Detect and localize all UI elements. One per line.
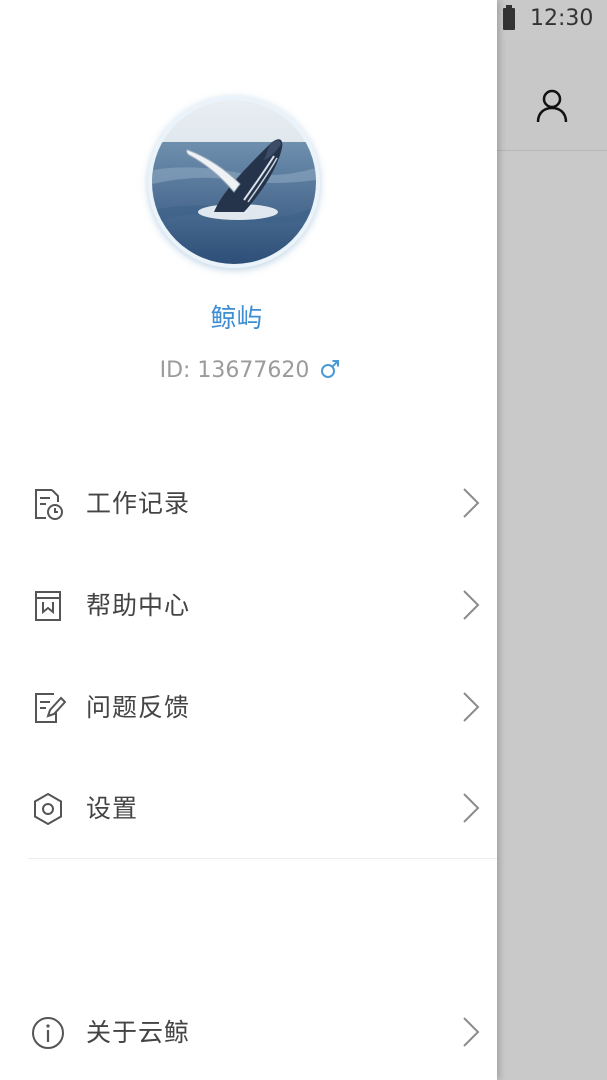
chevron-right-icon bbox=[463, 793, 480, 823]
menu-item-label: 工作记录 bbox=[86, 489, 191, 518]
menu-item-label: 问题反馈 bbox=[86, 693, 191, 722]
menu-item-about[interactable]: 关于云鲸 bbox=[0, 991, 497, 1071]
settings-hexagon-icon bbox=[34, 792, 62, 826]
avatar[interactable] bbox=[148, 96, 320, 268]
menu-item-label: 帮助中心 bbox=[86, 591, 191, 620]
chevron-right-icon bbox=[463, 692, 480, 722]
feedback-edit-icon bbox=[35, 693, 66, 723]
menu-item-help-center[interactable]: 帮助中心 bbox=[0, 564, 497, 644]
male-symbol-icon bbox=[321, 360, 340, 378]
menu-item-feedback[interactable]: 问题反馈 bbox=[0, 666, 497, 746]
user-name: 鲸屿 bbox=[210, 304, 263, 334]
chevron-right-icon bbox=[463, 1017, 480, 1047]
status-time: 12:30 bbox=[530, 6, 594, 31]
menu-item-settings[interactable]: 设置 bbox=[0, 767, 497, 847]
chevron-right-icon bbox=[463, 590, 480, 620]
info-icon bbox=[32, 1017, 64, 1049]
battery-full-icon bbox=[503, 5, 515, 30]
menu-item-label: 关于云鲸 bbox=[86, 1018, 191, 1047]
help-book-icon bbox=[35, 591, 61, 621]
chevron-right-icon bbox=[463, 488, 480, 518]
person-icon[interactable] bbox=[535, 88, 569, 124]
menu-item-label: 设置 bbox=[86, 794, 139, 823]
humpback-whale-breaching-photo bbox=[152, 100, 316, 264]
navigation-drawer: 鲸屿 ID: 13677620 工作记录 帮助中心 问题反馈 设置 关于云鲸 bbox=[0, 0, 497, 1080]
menu-item-work-record[interactable]: 工作记录 bbox=[0, 462, 497, 542]
work-record-icon bbox=[35, 489, 63, 520]
user-id: ID: 13677620 bbox=[159, 358, 310, 383]
user-id-line: ID: 13677620 bbox=[0, 358, 500, 383]
menu-divider bbox=[28, 858, 497, 859]
